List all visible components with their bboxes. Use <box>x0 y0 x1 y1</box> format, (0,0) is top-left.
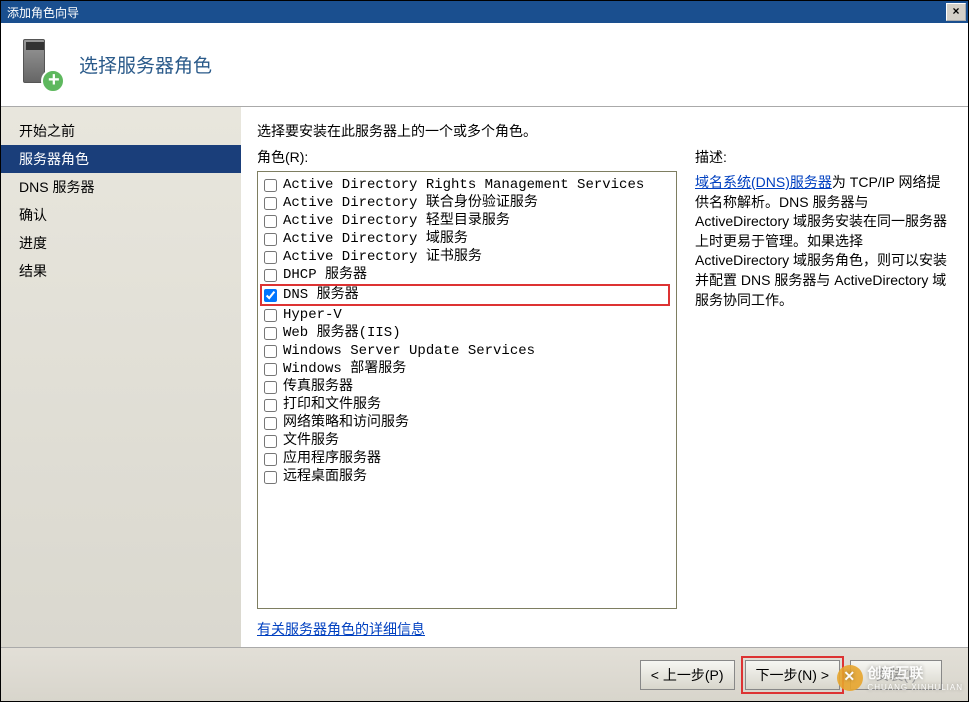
role-checkbox[interactable] <box>264 197 277 210</box>
role-checkbox[interactable] <box>264 309 277 322</box>
role-checkbox[interactable] <box>264 251 277 264</box>
server-role-icon <box>19 37 65 93</box>
role-checkbox[interactable] <box>264 453 277 466</box>
body: 开始之前服务器角色DNS 服务器确认进度结果 选择要安装在此服务器上的一个或多个… <box>1 107 968 647</box>
role-item-14[interactable]: 文件服务 <box>264 432 670 450</box>
role-checkbox[interactable] <box>264 345 277 358</box>
back-button[interactable]: < 上一步(P) <box>640 660 735 690</box>
role-label: Active Directory 联合身份验证服务 <box>283 194 538 212</box>
close-button[interactable]: × <box>946 3 966 21</box>
role-checkbox[interactable] <box>264 381 277 394</box>
role-label: DNS 服务器 <box>283 286 359 304</box>
description-link[interactable]: 域名系统(DNS)服务器 <box>695 174 832 190</box>
page-title: 选择服务器角色 <box>79 51 212 78</box>
next-button[interactable]: 下一步(N) > <box>745 660 841 690</box>
role-label: Active Directory 证书服务 <box>283 248 482 266</box>
role-item-3[interactable]: Active Directory 域服务 <box>264 230 670 248</box>
role-checkbox[interactable] <box>264 417 277 430</box>
description-rest: 为 TCP/IP 网络提供名称解析。DNS 服务器与ActiveDirector… <box>695 174 947 308</box>
role-label: 应用程序服务器 <box>283 450 381 468</box>
sidebar-item-2[interactable]: DNS 服务器 <box>1 173 241 201</box>
footer: < 上一步(P) 下一步(N) > 安装(I) <box>1 647 968 701</box>
main-panel: 选择要安装在此服务器上的一个或多个角色。 角色(R): Active Direc… <box>241 107 968 647</box>
role-label: 传真服务器 <box>283 378 353 396</box>
sidebar-item-1[interactable]: 服务器角色 <box>1 145 241 173</box>
role-checkbox[interactable] <box>264 289 277 302</box>
role-label: DHCP 服务器 <box>283 266 367 284</box>
role-checkbox[interactable] <box>264 399 277 412</box>
roles-label: 角色(R): <box>257 147 677 167</box>
sidebar-item-3[interactable]: 确认 <box>1 201 241 229</box>
role-item-4[interactable]: Active Directory 证书服务 <box>264 248 670 266</box>
watermark-icon <box>837 665 863 691</box>
role-item-9[interactable]: Windows Server Update Services <box>264 342 670 360</box>
role-item-13[interactable]: 网络策略和访问服务 <box>264 414 670 432</box>
role-checkbox[interactable] <box>264 435 277 448</box>
roles-listbox[interactable]: Active Directory Rights Management Servi… <box>257 171 677 609</box>
role-item-16[interactable]: 远程桌面服务 <box>264 468 670 486</box>
sidebar: 开始之前服务器角色DNS 服务器确认进度结果 <box>1 107 241 647</box>
role-label: Active Directory 域服务 <box>283 230 468 248</box>
role-label: Active Directory Rights Management Servi… <box>283 176 644 194</box>
titlebar: 添加角色向导 × <box>1 1 968 23</box>
role-checkbox[interactable] <box>264 363 277 376</box>
more-info-link[interactable]: 有关服务器角色的详细信息 <box>257 619 677 639</box>
role-item-1[interactable]: Active Directory 联合身份验证服务 <box>264 194 670 212</box>
role-item-7[interactable]: Hyper-V <box>264 306 670 324</box>
next-button-highlight: 下一步(N) > <box>741 656 845 694</box>
role-checkbox[interactable] <box>264 233 277 246</box>
instruction-text: 选择要安装在此服务器上的一个或多个角色。 <box>257 121 952 141</box>
wizard-window: 添加角色向导 × 选择服务器角色 开始之前服务器角色DNS 服务器确认进度结果 … <box>0 0 969 702</box>
role-item-8[interactable]: Web 服务器(IIS) <box>264 324 670 342</box>
role-item-10[interactable]: Windows 部署服务 <box>264 360 670 378</box>
role-label: Hyper-V <box>283 306 342 324</box>
role-item-15[interactable]: 应用程序服务器 <box>264 450 670 468</box>
role-label: 网络策略和访问服务 <box>283 414 409 432</box>
watermark-sub: CHUANG XINHULIAN <box>867 683 963 692</box>
role-item-0[interactable]: Active Directory Rights Management Servi… <box>264 176 670 194</box>
role-item-11[interactable]: 传真服务器 <box>264 378 670 396</box>
role-checkbox[interactable] <box>264 179 277 192</box>
role-checkbox[interactable] <box>264 327 277 340</box>
role-label: 文件服务 <box>283 432 339 450</box>
description-text: 域名系统(DNS)服务器为 TCP/IP 网络提供名称解析。DNS 服务器与Ac… <box>695 173 952 310</box>
role-label: Windows Server Update Services <box>283 342 535 360</box>
role-item-2[interactable]: Active Directory 轻型目录服务 <box>264 212 670 230</box>
role-item-12[interactable]: 打印和文件服务 <box>264 396 670 414</box>
window-title: 添加角色向导 <box>7 4 946 21</box>
role-label: 打印和文件服务 <box>283 396 381 414</box>
watermark-text: 创新互联 <box>867 665 923 681</box>
role-item-5[interactable]: DHCP 服务器 <box>264 266 670 284</box>
role-checkbox[interactable] <box>264 215 277 228</box>
sidebar-item-4[interactable]: 进度 <box>1 229 241 257</box>
role-label: 远程桌面服务 <box>283 468 367 486</box>
role-label: Active Directory 轻型目录服务 <box>283 212 510 230</box>
sidebar-item-5[interactable]: 结果 <box>1 257 241 285</box>
header: 选择服务器角色 <box>1 23 968 107</box>
role-checkbox[interactable] <box>264 471 277 484</box>
role-label: Windows 部署服务 <box>283 360 406 378</box>
sidebar-item-0[interactable]: 开始之前 <box>1 117 241 145</box>
watermark: 创新互联 CHUANG XINHULIAN <box>837 663 963 692</box>
role-checkbox[interactable] <box>264 269 277 282</box>
role-label: Web 服务器(IIS) <box>283 324 401 342</box>
role-item-6[interactable]: DNS 服务器 <box>260 284 670 306</box>
description-label: 描述: <box>695 147 952 167</box>
